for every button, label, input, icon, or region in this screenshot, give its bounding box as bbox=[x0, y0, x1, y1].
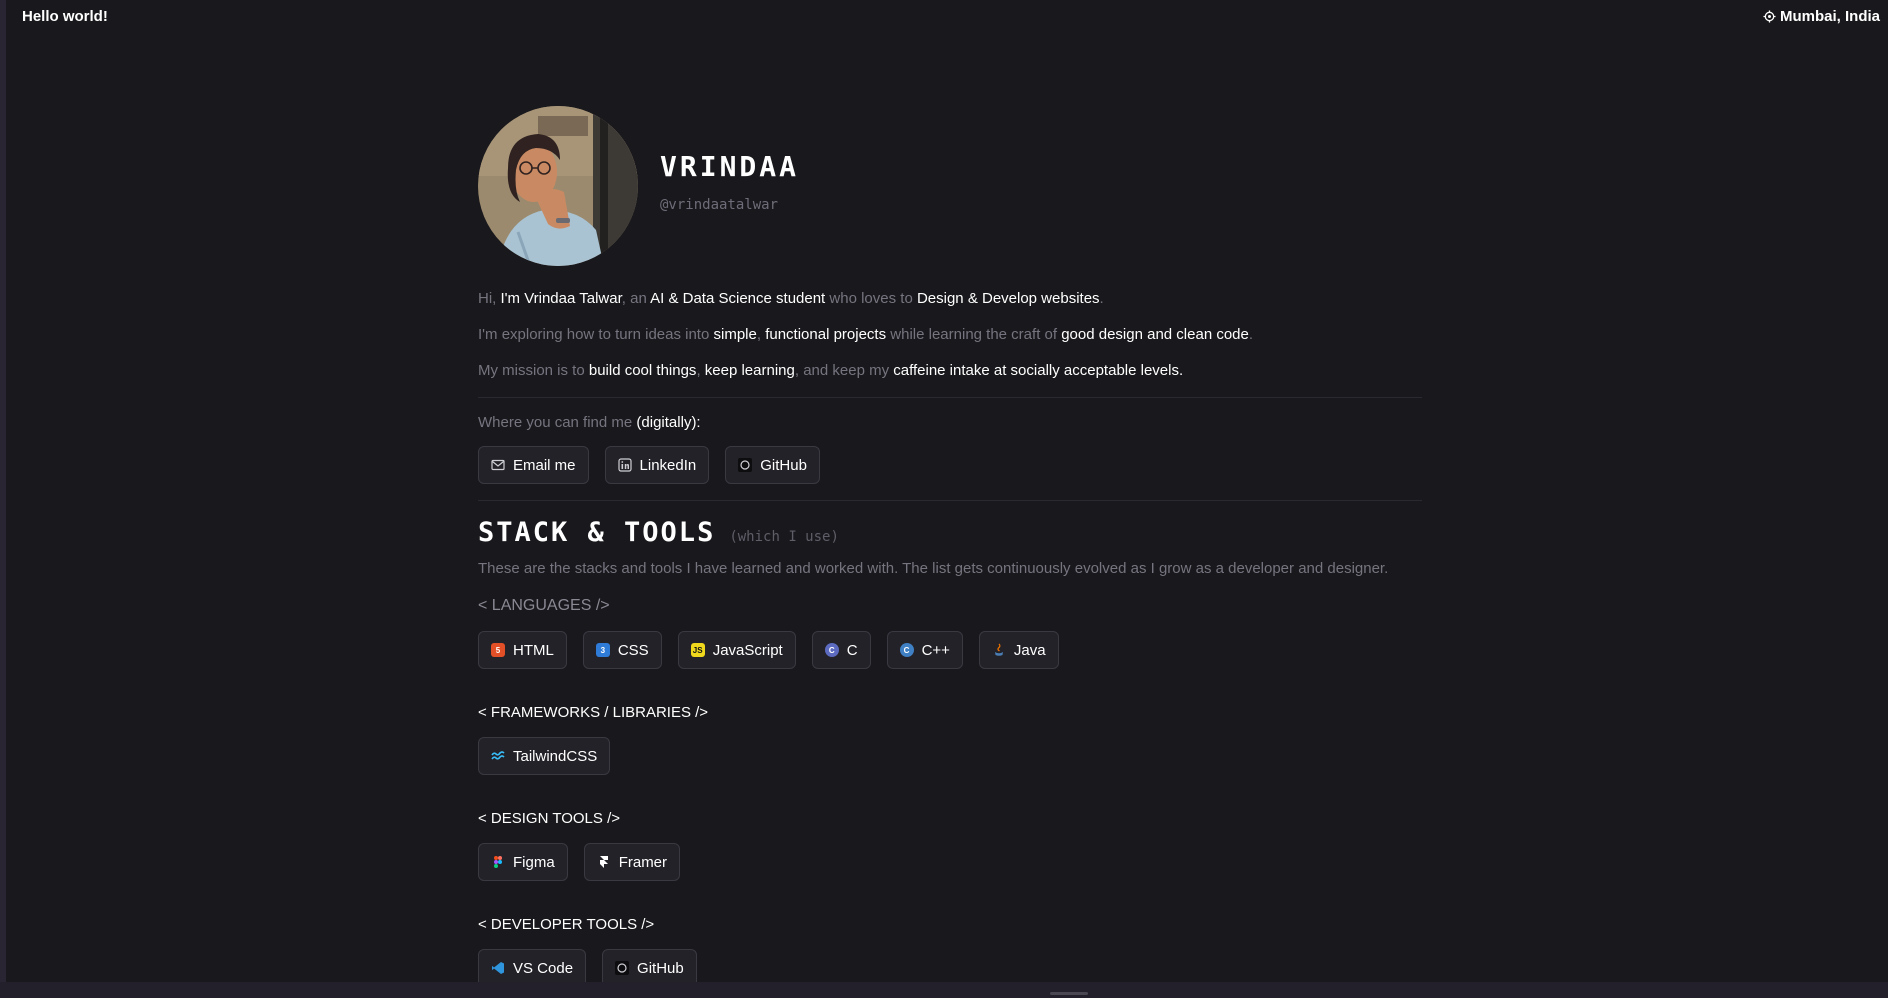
tech-chip-figma[interactable]: Figma bbox=[478, 843, 568, 881]
frameworks-list: TailwindCSS bbox=[478, 737, 1422, 775]
design-tools-list: Figma Framer bbox=[478, 843, 1422, 881]
tech-chip-label: HTML bbox=[513, 641, 554, 659]
intro-highlight: keep learning bbox=[704, 362, 795, 379]
intro-highlight: I'm Vrindaa Talwar bbox=[500, 290, 622, 307]
tech-chip-c[interactable]: C C bbox=[811, 631, 871, 669]
mail-icon bbox=[491, 459, 505, 471]
languages-label: < LANGUAGES /> bbox=[478, 597, 610, 614]
location-icon bbox=[1763, 10, 1776, 23]
location-indicator: Mumbai, India bbox=[1763, 8, 1880, 25]
html5-icon: 5 bbox=[491, 643, 505, 657]
intro-paragraph-1: Hi, I'm Vrindaa Talwar, an AI & Data Sci… bbox=[478, 288, 1422, 310]
tech-chip-label: JavaScript bbox=[712, 641, 783, 659]
tech-chip-label: C++ bbox=[921, 641, 950, 659]
contact-label-text: Where you can find me bbox=[478, 414, 637, 431]
github-icon bbox=[615, 961, 630, 975]
intro-highlight: build cool things bbox=[588, 362, 697, 379]
bottom-bar bbox=[0, 982, 1888, 998]
tech-chip-java[interactable]: Java bbox=[978, 631, 1059, 669]
tech-chip-github[interactable]: GitHub bbox=[602, 949, 697, 982]
avatar bbox=[478, 106, 638, 266]
contact-label-highlight: (digitally): bbox=[636, 414, 701, 431]
stack-description: These are the stacks and tools I have le… bbox=[478, 560, 1389, 577]
intro-paragraph-3: My mission is to build cool things, keep… bbox=[478, 360, 1422, 382]
linkedin-button[interactable]: LinkedIn bbox=[604, 446, 710, 484]
tech-chip-label: Java bbox=[1013, 641, 1046, 659]
cpp-icon: C bbox=[899, 643, 914, 657]
tech-chip-framer[interactable]: Framer bbox=[583, 843, 681, 881]
email-button-label: Email me bbox=[513, 456, 576, 474]
intro-text: , bbox=[756, 326, 766, 343]
java-icon bbox=[994, 643, 1003, 656]
intro-paragraph-2: I'm exploring how to turn ideas into sim… bbox=[478, 324, 1422, 346]
vscode-icon bbox=[492, 962, 504, 974]
tech-chip-label: Framer bbox=[618, 853, 668, 871]
intro-text: , an bbox=[621, 290, 651, 307]
location-text: Mumbai, India bbox=[1779, 8, 1880, 25]
tailwind-icon bbox=[491, 751, 505, 760]
tech-chip-css[interactable]: 3 CSS bbox=[582, 631, 662, 669]
stack-title: STACK & TOOLS bbox=[478, 517, 716, 548]
tech-chip-html[interactable]: 5 HTML bbox=[478, 631, 567, 669]
intro-text: , and keep my bbox=[794, 362, 894, 379]
main-content: VRINDAA @vrindaatalwar Hi, I'm Vrindaa T… bbox=[478, 106, 1422, 982]
intro-text: I'm exploring how to turn ideas into bbox=[478, 326, 714, 343]
intro-text: My mission is to bbox=[478, 362, 589, 379]
c-lang-icon: C bbox=[824, 643, 839, 657]
tech-chip-label: CSS bbox=[617, 641, 649, 659]
tech-chip-label: Figma bbox=[513, 853, 555, 871]
contact-links: Email me LinkedIn GitHub bbox=[478, 446, 1422, 484]
developer-tools-list: VS Code GitHub bbox=[478, 949, 1422, 982]
design-tools-label: < DESIGN TOOLS /> bbox=[478, 810, 621, 827]
css3-icon: 3 bbox=[595, 643, 610, 657]
intro-text: , bbox=[696, 362, 705, 379]
section-divider bbox=[478, 500, 1422, 501]
resize-handle[interactable] bbox=[1050, 992, 1088, 995]
developer-tools-label: < DEVELOPER TOOLS /> bbox=[478, 916, 655, 933]
languages-list: 5 HTML 3 CSS JS JavaScript C C C C++ Jav… bbox=[478, 631, 1422, 669]
javascript-icon: JS bbox=[690, 643, 705, 657]
stack-subtitle: (which I use) bbox=[729, 529, 839, 545]
tech-chip-label: GitHub bbox=[637, 959, 684, 977]
intro-text: . bbox=[1248, 326, 1254, 343]
intro-text: while learning the craft of bbox=[886, 326, 1062, 343]
profile-handle: @vrindaatalwar bbox=[660, 196, 779, 213]
intro-highlight: good design and clean code bbox=[1061, 326, 1249, 343]
profile-header: VRINDAA @vrindaatalwar bbox=[478, 106, 1422, 266]
tech-chip-vscode[interactable]: VS Code bbox=[478, 949, 587, 982]
linkedin-button-label: LinkedIn bbox=[639, 456, 697, 474]
identity-block: VRINDAA @vrindaatalwar bbox=[660, 150, 799, 213]
tech-chip-label: C bbox=[846, 641, 858, 659]
profile-name: VRINDAA bbox=[660, 149, 800, 183]
contact-label: Where you can find me (digitally): bbox=[478, 414, 1422, 431]
email-button[interactable]: Email me bbox=[478, 446, 589, 484]
intro-text: . bbox=[1099, 290, 1104, 307]
linkedin-icon bbox=[617, 458, 632, 472]
tech-chip-label: VS Code bbox=[513, 959, 574, 977]
intro-highlight: functional projects bbox=[765, 326, 887, 343]
greeting-text: Hello world! bbox=[22, 8, 108, 25]
page-viewport: Hello world! Mumbai, India VRINDAA @vrin… bbox=[6, 0, 1888, 982]
github-button-label: GitHub bbox=[760, 456, 807, 474]
intro-highlight: AI & Data Science student bbox=[650, 290, 826, 307]
intro-highlight: simple bbox=[713, 326, 757, 343]
intro-highlight: caffeine intake at socially acceptable l… bbox=[893, 362, 1184, 379]
intro-text: who loves to bbox=[825, 290, 917, 307]
framer-icon bbox=[599, 856, 608, 868]
stack-heading: STACK & TOOLS (which I use) bbox=[478, 517, 1422, 548]
tech-chip-javascript[interactable]: JS JavaScript bbox=[677, 631, 796, 669]
tech-chip-tailwindcss[interactable]: TailwindCSS bbox=[478, 737, 611, 775]
intro-text: Hi, bbox=[478, 290, 501, 307]
intro-highlight: Design & Develop websites bbox=[916, 290, 1100, 307]
github-button[interactable]: GitHub bbox=[725, 446, 820, 484]
github-icon bbox=[738, 458, 753, 472]
tech-chip-label: TailwindCSS bbox=[513, 747, 598, 765]
tech-chip-cpp[interactable]: C C++ bbox=[886, 631, 963, 669]
figma-icon bbox=[494, 856, 502, 868]
section-divider bbox=[478, 397, 1422, 398]
frameworks-label: < FRAMEWORKS / LIBRARIES /> bbox=[478, 704, 709, 721]
